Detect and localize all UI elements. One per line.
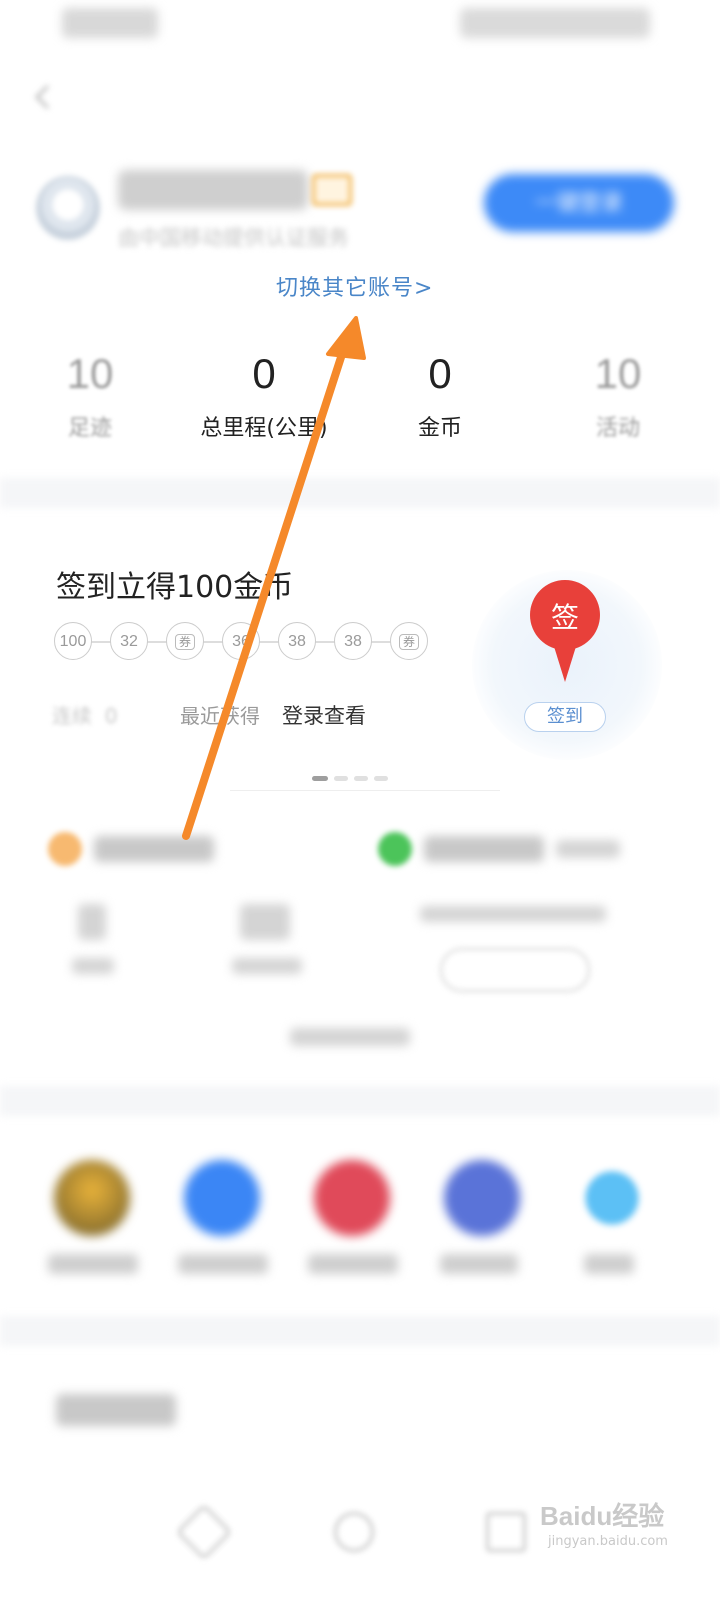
section-divider xyxy=(0,1316,720,1346)
streak-label: 连续 0 xyxy=(52,700,117,729)
carousel-dot xyxy=(354,776,368,781)
widget-desc xyxy=(420,906,606,922)
monthly-sport-icon xyxy=(48,832,82,866)
ticket-label: 券 xyxy=(398,634,419,650)
reward-chip: 32 xyxy=(110,622,148,660)
shortcut-icon-4[interactable] xyxy=(444,1160,520,1236)
stat-label: 总里程(公里) xyxy=(200,416,328,441)
shortcut-label xyxy=(48,1254,138,1274)
shortcut-label xyxy=(308,1254,398,1274)
reward-chip: 100 xyxy=(54,622,92,660)
widget-number xyxy=(240,904,290,940)
monthly-sport-title xyxy=(94,836,214,862)
widget-number xyxy=(78,904,106,940)
ticket-label: 券 xyxy=(174,634,195,650)
carousel-dot xyxy=(334,776,348,781)
avatar[interactable] xyxy=(36,176,100,240)
shortcut-icon-1[interactable] xyxy=(54,1160,130,1236)
nav-home-icon[interactable] xyxy=(334,1512,374,1552)
reward-chip: 38 xyxy=(334,622,372,660)
pin-label: 签 xyxy=(550,601,579,634)
one-click-login-button[interactable]: 一键登录 xyxy=(484,174,674,232)
widget-label xyxy=(232,958,302,974)
card-divider xyxy=(230,790,500,791)
nav-recent-icon[interactable] xyxy=(486,1512,526,1552)
reward-chip-ticket: 券 xyxy=(166,622,204,660)
health-subtitle xyxy=(556,840,620,858)
stat-coins[interactable]: 0 金币 xyxy=(370,348,510,442)
provider-text: 由中国移动提供认证服务 xyxy=(118,226,349,250)
shortcut-label xyxy=(584,1254,634,1274)
shortcut-icon-3[interactable] xyxy=(314,1160,390,1236)
nav-back-icon[interactable] xyxy=(175,1503,233,1561)
shortcut-label xyxy=(178,1254,268,1274)
stat-footprints[interactable]: 10 足迹 xyxy=(20,348,160,442)
shortcut-icon-2[interactable] xyxy=(184,1160,260,1236)
shortcut-icon-5[interactable] xyxy=(585,1171,639,1225)
carousel-dot xyxy=(374,776,388,781)
status-bar-left xyxy=(62,8,158,38)
recent-label: 最近获得 xyxy=(180,704,260,728)
stat-label: 足迹 xyxy=(67,416,112,441)
switch-account-link[interactable]: 切换其它账号> xyxy=(276,270,433,302)
streak-value: 0 xyxy=(104,704,118,728)
section-divider xyxy=(0,1086,720,1116)
health-icon xyxy=(378,832,412,866)
reward-chip: 38 xyxy=(278,622,316,660)
annotation-arrow xyxy=(182,316,366,840)
stat-value: 10 xyxy=(594,350,642,397)
shortcut-label xyxy=(440,1254,518,1274)
status-bar-right xyxy=(460,8,650,38)
mail-icon[interactable] xyxy=(312,174,352,206)
streak-label-text: 连续 xyxy=(52,704,92,728)
reward-chip-ticket: 券 xyxy=(390,622,428,660)
map-pin-tail xyxy=(552,640,578,682)
stat-value: 0 xyxy=(428,350,452,397)
health-title xyxy=(424,836,544,862)
signin-button[interactable]: 签到 xyxy=(524,702,606,732)
baidu-watermark: Baidu经验 xyxy=(540,1501,665,1531)
stat-mileage[interactable]: 0 总里程(公里) xyxy=(194,348,334,442)
stat-label: 活动 xyxy=(595,416,640,441)
section-heading xyxy=(56,1394,176,1426)
stat-label: 金币 xyxy=(417,416,462,441)
carousel-dot-active xyxy=(312,776,328,781)
section-divider xyxy=(0,478,720,508)
back-arrow-icon[interactable] xyxy=(28,82,58,112)
stat-value: 0 xyxy=(252,350,276,397)
recent-value-login-link[interactable]: 登录查看 xyxy=(282,700,366,730)
stat-value: 10 xyxy=(66,350,114,397)
masked-phone-number xyxy=(118,170,308,210)
reward-chip: 36 xyxy=(222,622,260,660)
widget-action-button[interactable] xyxy=(440,948,590,992)
stat-activities[interactable]: 10 活动 xyxy=(548,348,688,442)
expand-more-link[interactable] xyxy=(290,1028,410,1046)
signin-title: 签到立得100金币 xyxy=(56,570,294,605)
watermark-url: jingyan.baidu.com xyxy=(548,1534,668,1549)
widget-label xyxy=(72,958,114,974)
